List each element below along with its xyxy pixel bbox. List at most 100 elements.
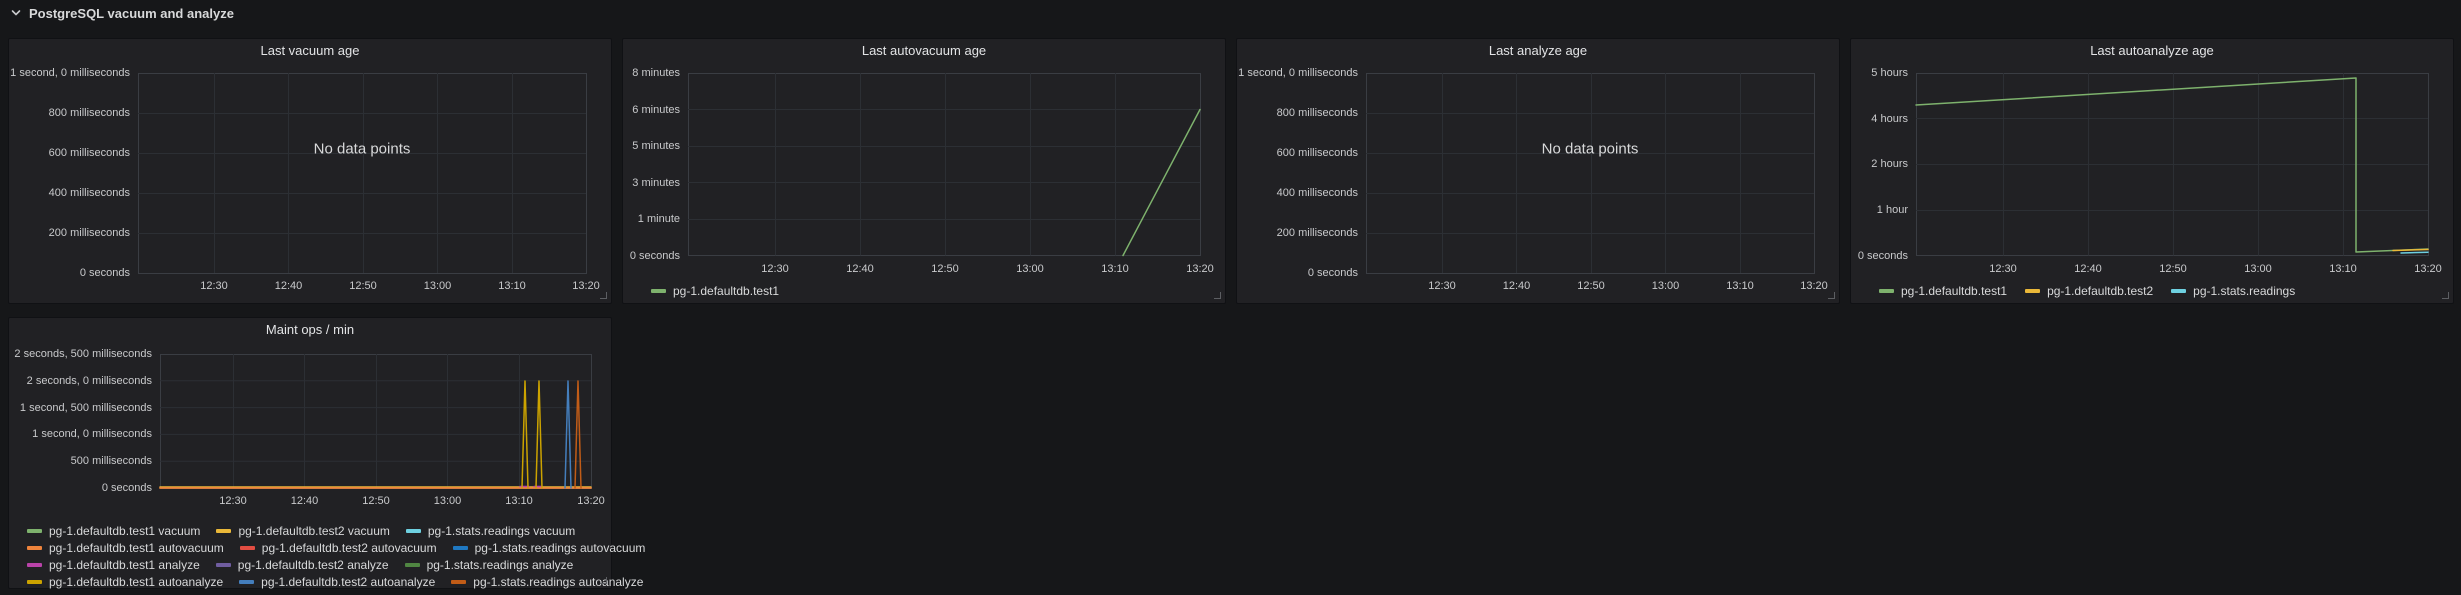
panel-title[interactable]: Maint ops / min [9,322,611,337]
panel-legend: pg-1.defaultdb.test1 [651,284,779,298]
y-axis-tick-label: 400 milliseconds [9,187,130,199]
legend-swatch [406,529,421,533]
legend-swatch [2025,289,2040,293]
y-axis-tick-label: 0 seconds [1851,250,1908,262]
legend-row: pg-1.defaultdb.test1 autovacuum pg-1.def… [27,539,645,556]
legend-swatch [240,546,255,550]
y-axis-tick-label: 0 seconds [1237,267,1358,279]
x-axis-tick-label: 12:40 [275,280,303,292]
legend-label: pg-1.defaultdb.test2 vacuum [238,524,389,538]
legend-label: pg-1.defaultdb.test1 [1901,284,2007,298]
legend-label: pg-1.stats.readings autovacuum [475,541,646,555]
legend-swatch [1879,289,1894,293]
legend-label: pg-1.defaultdb.test2 autoanalyze [261,575,435,589]
x-axis-tick-label: 13:00 [2244,263,2272,275]
y-axis-tick-label: 6 minutes [623,104,680,116]
y-axis-tick-label: 200 milliseconds [1237,227,1358,239]
panel-last-autovacuum-age: Last autovacuum age 8 minutes 6 minutes … [622,38,1226,304]
legend-item[interactable]: pg-1.defaultdb.test2 [2025,284,2153,298]
panel-resize-handle[interactable] [2442,292,2449,299]
x-axis-tick-label: 13:20 [1800,280,1828,292]
no-data-message: No data points [1542,141,1639,158]
x-axis-tick-label: 12:40 [2074,263,2102,275]
panel-resize-handle[interactable] [1214,292,1221,299]
y-axis-tick-label: 0 seconds [623,250,680,262]
legend-item[interactable]: pg-1.defaultdb.test2 autoanalyze [239,575,435,589]
legend-item[interactable]: pg-1.defaultdb.test1 [651,284,779,298]
y-axis-tick-label: 1 second, 500 milliseconds [9,402,152,414]
x-axis-tick-label: 12:30 [219,495,247,507]
legend-item[interactable]: pg-1.defaultdb.test1 autovacuum [27,541,224,555]
x-axis-tick-label: 13:20 [577,495,605,507]
legend-row: pg-1.defaultdb.test1 vacuum pg-1.default… [27,522,645,539]
x-axis-tick-label: 12:30 [1428,280,1456,292]
legend-label: pg-1.defaultdb.test1 analyze [49,558,200,572]
panel-title[interactable]: Last autoanalyze age [1851,43,2453,58]
x-axis-tick-label: 12:40 [846,263,874,275]
legend-item[interactable]: pg-1.defaultdb.test1 analyze [27,558,200,572]
y-axis-tick-label: 1 second, 0 milliseconds [9,428,152,440]
legend-row: pg-1.defaultdb.test1 autoanalyze pg-1.de… [27,573,645,590]
panel-maint-ops-per-min: Maint ops / min 2 seconds, 500 milliseco… [8,317,612,589]
legend-item[interactable]: pg-1.stats.readings autovacuum [453,541,646,555]
legend-item[interactable]: pg-1.stats.readings analyze [405,558,574,572]
legend-label: pg-1.stats.readings autoanalyze [473,575,643,589]
legend-swatch [2171,289,2186,293]
x-axis-tick-label: 13:20 [2414,263,2442,275]
y-axis-tick-label: 800 milliseconds [1237,107,1358,119]
legend-item[interactable]: pg-1.defaultdb.test2 autovacuum [240,541,437,555]
panel-last-autoanalyze-age: Last autoanalyze age 5 hours 4 hours 2 h… [1850,38,2454,304]
y-axis-tick-label: 1 minute [623,213,680,225]
legend-label: pg-1.defaultdb.test2 autovacuum [262,541,437,555]
y-axis-tick-label: 0 seconds [9,267,130,279]
y-axis-tick-label: 600 milliseconds [1237,147,1358,159]
x-axis-tick-label: 13:20 [572,280,600,292]
y-axis-tick-label: 200 milliseconds [9,227,130,239]
y-axis-tick-label: 1 hour [1851,204,1908,216]
legend-item[interactable]: pg-1.stats.readings [2171,284,2295,298]
legend-item[interactable]: pg-1.stats.readings autoanalyze [451,575,643,589]
x-axis-tick-label: 13:10 [505,495,533,507]
y-axis-tick-label: 800 milliseconds [9,107,130,119]
legend-row: pg-1.defaultdb.test1 analyze pg-1.defaul… [27,556,645,573]
legend-swatch [27,563,42,567]
legend-label: pg-1.defaultdb.test2 [2047,284,2153,298]
series-line-pg-1-defaultdb-test2 [2393,250,2428,251]
legend-item[interactable]: pg-1.stats.readings vacuum [406,524,575,538]
series-line-pg-1-stats-readings [2401,252,2428,253]
legend-item[interactable]: pg-1.defaultdb.test1 vacuum [27,524,200,538]
panel-title[interactable]: Last vacuum age [9,43,611,58]
y-axis-tick-label: 8 minutes [623,67,680,79]
legend-swatch [453,546,468,550]
y-axis-tick-label: 1 second, 0 milliseconds [9,67,130,79]
panel-title[interactable]: Last analyze age [1237,43,1839,58]
legend-item[interactable]: pg-1.defaultdb.test2 analyze [216,558,389,572]
legend-swatch [27,546,42,550]
legend-item[interactable]: pg-1.defaultdb.test1 autoanalyze [27,575,223,589]
y-axis-tick-label: 3 minutes [623,177,680,189]
y-axis-tick-label: 500 milliseconds [9,455,152,467]
legend-swatch [651,289,666,293]
panel-title[interactable]: Last autovacuum age [623,43,1225,58]
plot-grid [1851,39,2455,305]
legend-swatch [239,580,254,584]
legend-item[interactable]: pg-1.defaultdb.test1 [1879,284,2007,298]
y-axis-tick-label: 2 seconds, 0 milliseconds [9,375,152,387]
y-axis-tick-label: 5 minutes [623,140,680,152]
panel-resize-handle[interactable] [600,292,607,299]
x-axis-tick-label: 13:00 [424,280,452,292]
x-axis-tick-label: 13:00 [1652,280,1680,292]
legend-item[interactable]: pg-1.defaultdb.test2 vacuum [216,524,389,538]
x-axis-tick-label: 12:50 [2159,263,2187,275]
panel-resize-handle[interactable] [1828,292,1835,299]
x-axis-tick-label: 12:30 [1989,263,2017,275]
legend-swatch [405,563,420,567]
panel-resize-handle[interactable] [600,577,607,584]
panel-legend: pg-1.defaultdb.test1 pg-1.defaultdb.test… [1879,284,2295,298]
legend-label: pg-1.stats.readings vacuum [428,524,575,538]
panel-last-vacuum-age: Last vacuum age 1 second, 0 milliseconds… [8,38,612,304]
legend-label: pg-1.stats.readings [2193,284,2295,298]
x-axis-tick-label: 12:40 [1503,280,1531,292]
dashboard-row-header[interactable]: PostgreSQL vacuum and analyze [0,0,234,26]
legend-label: pg-1.defaultdb.test1 vacuum [49,524,200,538]
